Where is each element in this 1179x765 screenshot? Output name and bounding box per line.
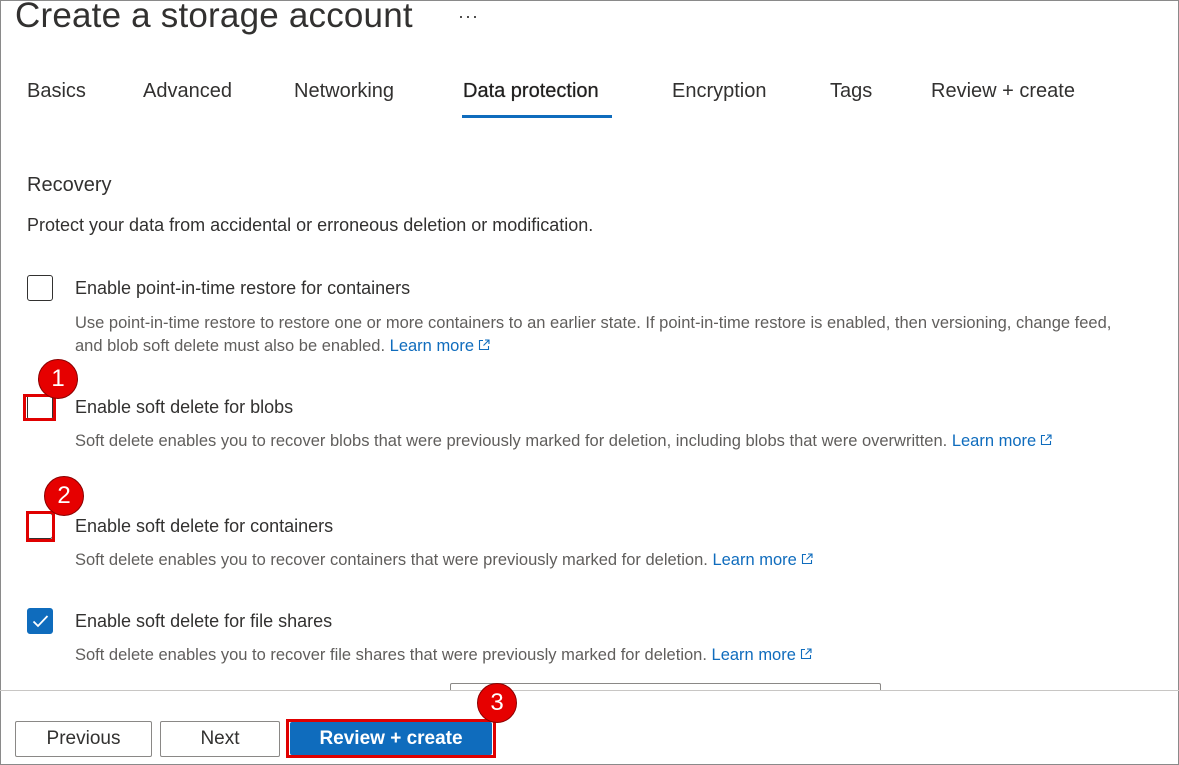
tab-data-protection[interactable]: Data protection xyxy=(463,80,599,103)
soft-delete-containers-label: Enable soft delete for containers xyxy=(75,516,334,536)
external-link-icon xyxy=(1041,434,1052,446)
external-link-icon xyxy=(478,339,490,351)
tab-networking[interactable]: Networking xyxy=(294,80,394,103)
external-link-icon xyxy=(800,648,812,660)
tab-tags[interactable]: Tags xyxy=(830,80,872,103)
active-tab-indicator xyxy=(462,115,612,118)
footer-divider xyxy=(0,690,1179,691)
learn-more-link[interactable]: Learn more xyxy=(712,646,812,664)
point-in-time-restore-label: Enable point-in-time restore for contain… xyxy=(75,278,411,298)
learn-more-link[interactable]: Learn more xyxy=(390,337,490,355)
learn-more-link[interactable]: Learn more xyxy=(952,432,1052,450)
callout-highlight-box xyxy=(26,511,55,542)
soft-delete-file-shares-label: Enable soft delete for file shares xyxy=(75,611,333,631)
callout-highlight-box xyxy=(286,719,496,758)
soft-delete-file-shares-help-text: Soft delete enables you to recover file … xyxy=(75,646,707,664)
previous-button[interactable]: Previous xyxy=(15,721,152,757)
page-title: Create a storage account xyxy=(15,0,413,35)
next-button[interactable]: Next xyxy=(160,721,280,757)
retention-days-input[interactable] xyxy=(450,683,881,690)
learn-more-text[interactable]: Learn more xyxy=(952,432,1036,450)
soft-delete-file-shares-checkbox[interactable] xyxy=(27,608,53,634)
soft-delete-blobs-help-text: Soft delete enables you to recover blobs… xyxy=(75,432,948,450)
external-link-icon xyxy=(801,553,813,565)
soft-delete-blobs-label: Enable soft delete for blobs xyxy=(75,397,294,417)
soft-delete-containers-help-text: Soft delete enables you to recover conta… xyxy=(75,551,708,569)
callout-badge: 2 xyxy=(44,476,84,516)
point-in-time-restore-help: Use point-in-time restore to restore one… xyxy=(75,312,1115,358)
learn-more-text[interactable]: Learn more xyxy=(712,551,796,569)
more-options-icon[interactable]: ··· xyxy=(458,6,479,27)
section-description: Protect your data from accidental or err… xyxy=(27,215,594,235)
point-in-time-restore-checkbox[interactable] xyxy=(27,275,53,301)
tab-advanced[interactable]: Advanced xyxy=(143,80,232,103)
callout-badge: 3 xyxy=(477,683,517,723)
soft-delete-containers-help: Soft delete enables you to recover conta… xyxy=(75,549,1115,572)
section-heading-recovery: Recovery xyxy=(27,174,112,196)
soft-delete-file-shares-help: Soft delete enables you to recover file … xyxy=(75,644,1115,667)
tab-encryption[interactable]: Encryption xyxy=(672,80,767,103)
soft-delete-blobs-help: Soft delete enables you to recover blobs… xyxy=(75,430,1115,453)
point-in-time-restore-help-text: Use point-in-time restore to restore one… xyxy=(75,314,1112,355)
tab-basics[interactable]: Basics xyxy=(27,80,86,103)
checkmark-icon xyxy=(32,615,49,628)
callout-badge: 1 xyxy=(38,359,78,399)
learn-more-link[interactable]: Learn more xyxy=(712,551,813,569)
learn-more-text[interactable]: Learn more xyxy=(390,337,474,355)
learn-more-text[interactable]: Learn more xyxy=(712,646,796,664)
tab-review-create[interactable]: Review + create xyxy=(931,80,1075,103)
